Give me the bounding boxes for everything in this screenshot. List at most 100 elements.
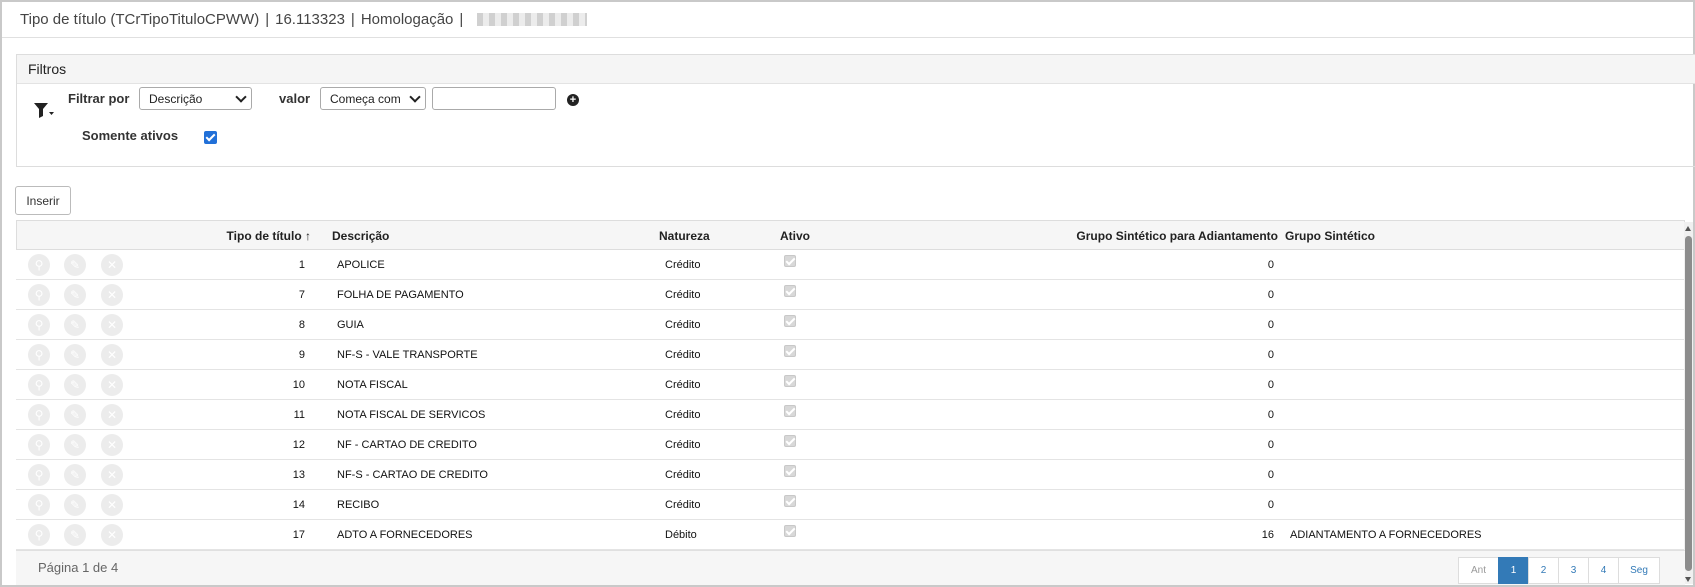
title-separator: |: [350, 11, 355, 28]
cell-natureza: Crédito: [665, 499, 701, 511]
vertical-scrollbar[interactable]: [1684, 222, 1693, 584]
page-button-3[interactable]: 3: [1558, 557, 1589, 584]
cell-descricao: FOLHA DE PAGAMENTO: [337, 289, 464, 301]
cell-natureza: Crédito: [665, 469, 701, 481]
view-icon[interactable]: ⚲: [28, 254, 50, 276]
cell-grupo: ADIANTAMENTO A FORNECEDORES: [1290, 529, 1482, 541]
prev-page-button[interactable]: Ant: [1458, 557, 1499, 584]
edit-icon[interactable]: ✎: [64, 524, 86, 546]
cell-natureza: Crédito: [665, 349, 701, 361]
delete-icon[interactable]: ✕: [101, 494, 123, 516]
filter-funnel-icon[interactable]: [33, 101, 55, 119]
cell-descricao: NOTA FISCAL: [337, 379, 408, 391]
col-header-grupo-adiantamento[interactable]: Grupo Sintético para Adiantamento: [1076, 229, 1278, 243]
edit-icon[interactable]: ✎: [64, 494, 86, 516]
delete-icon[interactable]: ✕: [101, 284, 123, 306]
delete-icon[interactable]: ✕: [101, 404, 123, 426]
cell-descricao: NF - CARTAO DE CREDITO: [337, 439, 477, 451]
col-header-natureza[interactable]: Natureza: [659, 229, 710, 243]
table-row[interactable]: ⚲ ✎ ✕ 10 NOTA FISCAL Crédito 0: [16, 370, 1685, 400]
view-icon[interactable]: ⚲: [28, 494, 50, 516]
filters-panel: Filtros Filtrar por Descrição valor Come…: [16, 54, 1695, 167]
delete-icon[interactable]: ✕: [101, 374, 123, 396]
view-icon[interactable]: ⚲: [28, 524, 50, 546]
table-body: ⚲ ✎ ✕ 1 APOLICE Crédito 0 ⚲ ✎ ✕ 7 FOLHA DE PAGAMENT…: [16, 250, 1685, 550]
filter-value-input[interactable]: [432, 87, 556, 110]
delete-icon[interactable]: ✕: [101, 434, 123, 456]
table-row[interactable]: ⚲ ✎ ✕ 8 GUIA Crédito 0: [16, 310, 1685, 340]
scroll-up-icon[interactable]: [1685, 226, 1691, 231]
edit-icon[interactable]: ✎: [64, 404, 86, 426]
cell-descricao: NOTA FISCAL DE SERVICOS: [337, 409, 486, 421]
cell-ativo-checkbox: [784, 465, 796, 477]
table-row[interactable]: ⚲ ✎ ✕ 14 RECIBO Crédito 0: [16, 490, 1685, 520]
next-page-button[interactable]: Seg: [1618, 557, 1660, 584]
cell-descricao: NF-S - CARTAO DE CREDITO: [337, 469, 488, 481]
col-header-tipo[interactable]: Tipo de título ↑: [227, 229, 311, 243]
view-icon[interactable]: ⚲: [28, 434, 50, 456]
edit-icon[interactable]: ✎: [64, 374, 86, 396]
cell-natureza: Crédito: [665, 379, 701, 391]
scrollbar-thumb[interactable]: [1685, 236, 1692, 571]
cell-natureza: Crédito: [665, 319, 701, 331]
delete-icon[interactable]: ✕: [101, 464, 123, 486]
delete-icon[interactable]: ✕: [101, 344, 123, 366]
edit-icon[interactable]: ✎: [64, 434, 86, 456]
table-row[interactable]: ⚲ ✎ ✕ 12 NF - CARTAO DE CREDITO Crédito 0: [16, 430, 1685, 460]
cell-tipo: 10: [292, 379, 305, 391]
delete-icon[interactable]: ✕: [101, 254, 123, 276]
cell-ativo-checkbox: [784, 255, 796, 267]
table-row[interactable]: ⚲ ✎ ✕ 17 ADTO A FORNECEDORES Débito 16 ADIANTAM…: [16, 520, 1685, 550]
view-icon[interactable]: ⚲: [28, 314, 50, 336]
col-header-grupo[interactable]: Grupo Sintético: [1285, 229, 1375, 243]
add-filter-icon[interactable]: +: [567, 94, 579, 106]
scroll-down-icon[interactable]: [1685, 577, 1691, 582]
cell-tipo: 8: [298, 319, 305, 331]
edit-icon[interactable]: ✎: [64, 254, 86, 276]
delete-icon[interactable]: ✕: [101, 314, 123, 336]
window-title-bar: Tipo de título (TCrTipoTituloCPWW) | 16.…: [2, 2, 1693, 38]
table-row[interactable]: ⚲ ✎ ✕ 11 NOTA FISCAL DE SERVICOS Crédito 0: [16, 400, 1685, 430]
filters-heading: Filtros: [17, 55, 1695, 84]
view-icon[interactable]: ⚲: [28, 344, 50, 366]
view-icon[interactable]: ⚲: [28, 464, 50, 486]
operator-select[interactable]: Começa com: [320, 87, 426, 110]
cell-grupo-adiantamento: 0: [1267, 409, 1274, 421]
table-header: Tipo de título ↑ Descrição Natureza Ativ…: [16, 220, 1685, 250]
delete-icon[interactable]: ✕: [101, 524, 123, 546]
cell-natureza: Crédito: [665, 409, 701, 421]
edit-icon[interactable]: ✎: [64, 314, 86, 336]
col-header-descricao[interactable]: Descrição: [332, 229, 389, 243]
cell-tipo: 9: [298, 349, 305, 361]
cell-ativo-checkbox: [784, 285, 796, 297]
cell-ativo-checkbox: [784, 495, 796, 507]
view-icon[interactable]: ⚲: [28, 284, 50, 306]
page-info: Página 1 de 4: [38, 560, 119, 575]
table-row[interactable]: ⚲ ✎ ✕ 13 NF-S - CARTAO DE CREDITO Crédito 0: [16, 460, 1685, 490]
col-header-ativo[interactable]: Ativo: [780, 229, 810, 243]
page-button-2[interactable]: 2: [1528, 557, 1559, 584]
edit-icon[interactable]: ✎: [64, 344, 86, 366]
table-row[interactable]: ⚲ ✎ ✕ 9 NF-S - VALE TRANSPORTE Crédito 0: [16, 340, 1685, 370]
cell-natureza: Crédito: [665, 439, 701, 451]
filter-by-select[interactable]: Descrição: [139, 87, 252, 110]
insert-button[interactable]: Inserir: [15, 186, 71, 215]
chevron-down-icon: [235, 91, 247, 103]
cell-ativo-checkbox: [784, 525, 796, 537]
active-only-checkbox[interactable]: [204, 131, 217, 144]
cell-tipo: 12: [292, 439, 305, 451]
page-button-1[interactable]: 1: [1498, 557, 1529, 584]
table-row[interactable]: ⚲ ✎ ✕ 1 APOLICE Crédito 0: [16, 250, 1685, 280]
view-icon[interactable]: ⚲: [28, 404, 50, 426]
cell-descricao: GUIA: [337, 319, 364, 331]
operator-selected: Começa com: [330, 91, 401, 106]
edit-icon[interactable]: ✎: [64, 284, 86, 306]
view-icon[interactable]: ⚲: [28, 374, 50, 396]
table-row[interactable]: ⚲ ✎ ✕ 7 FOLHA DE PAGAMENTO Crédito 0: [16, 280, 1685, 310]
page-button-4[interactable]: 4: [1588, 557, 1619, 584]
cell-tipo: 7: [298, 289, 305, 301]
cell-tipo: 17: [292, 529, 305, 541]
edit-icon[interactable]: ✎: [64, 464, 86, 486]
cell-grupo-adiantamento: 0: [1267, 379, 1274, 391]
filter-by-selected: Descrição: [149, 91, 203, 106]
